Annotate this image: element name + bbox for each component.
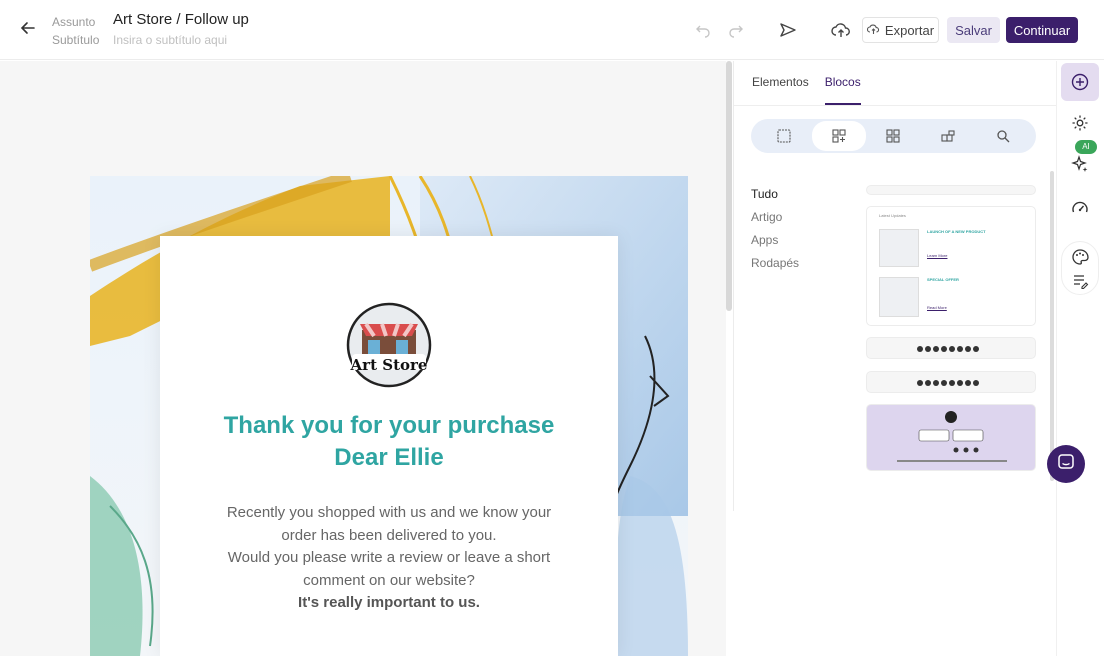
block-layout-bar [751, 119, 1036, 153]
thumb-image-2 [879, 277, 919, 317]
send-icon[interactable] [776, 18, 800, 42]
email-heading: Thank you for your purchase Dear Ellie [160, 410, 618, 474]
thumb-latest-updates: Latest Updates [879, 213, 906, 218]
meta-values: Art Store / Follow up Insira o subtítulo… [113, 10, 249, 49]
cloud-upload-icon[interactable] [829, 18, 853, 42]
body-line-1: Recently you shopped with us and we know… [226, 504, 552, 521]
text-edit-icon[interactable] [1071, 272, 1089, 295]
body-line-3: Would you please write a review or leave… [227, 549, 551, 566]
layout-blocks-icon[interactable] [811, 121, 866, 151]
layout-grid-icon[interactable] [866, 121, 920, 151]
layout-single-icon[interactable] [757, 121, 811, 151]
tabs-divider [734, 105, 1056, 106]
continue-button[interactable]: Continuar [1006, 17, 1078, 43]
thumb-item1-title: LAUNCH OF A NEW PRODUCT [927, 229, 986, 234]
email-card[interactable]: Art Store Thank you for your purchase De… [160, 236, 618, 656]
speedometer-icon[interactable] [1061, 189, 1099, 227]
heading-line-2: Dear Ellie [334, 444, 444, 471]
chat-support-button[interactable] [1047, 445, 1085, 483]
subtitle-input[interactable]: Insira o subtítulo aqui [113, 31, 249, 49]
block-thumb-article[interactable]: Latest Updates LAUNCH OF A NEW PRODUCT L… [866, 206, 1036, 326]
settings-gear-icon[interactable] [1061, 104, 1099, 142]
subject-label: Assunto [52, 15, 96, 29]
tab-blocos[interactable]: Blocos [824, 75, 861, 105]
body-line-2: order has been delivered to you. [281, 526, 497, 544]
panel-tabs: Elementos Blocos [752, 75, 861, 105]
save-button[interactable]: Salvar [947, 17, 1000, 43]
block-thumb-social-2[interactable] [866, 371, 1036, 393]
body-line-4: comment on our website? [303, 571, 475, 589]
add-block-icon[interactable] [1061, 63, 1099, 101]
category-tudo[interactable]: Tudo [751, 183, 799, 206]
category-apps[interactable]: Apps [751, 229, 799, 252]
export-label: Exportar [884, 22, 935, 38]
heading-line-1: Thank you for your purchase [223, 412, 555, 439]
blocks-panel: Elementos Blocos Tudo Artigo Apps Rodapé… [733, 61, 1056, 511]
thumb-item2-link: Read More [927, 305, 947, 310]
tab-elementos[interactable]: Elementos [752, 75, 809, 105]
thumb-image-1 [879, 229, 919, 267]
block-thumb-header[interactable] [866, 185, 1036, 195]
subtitle-label: Subtítulo [52, 33, 100, 47]
body-emphasis: It's really important to us. [298, 594, 480, 611]
layout-columns-icon[interactable] [921, 121, 975, 151]
search-icon[interactable] [976, 121, 1030, 151]
thumb-item2-title: SPECIAL OFFER [927, 277, 959, 282]
block-thumb-footer[interactable] [866, 404, 1036, 471]
export-button[interactable]: Exportar [862, 17, 939, 43]
block-thumb-social-1[interactable] [866, 337, 1036, 359]
email-body: Recently you shopped with us and we know… [200, 502, 578, 615]
ai-badge: AI [1075, 140, 1097, 154]
style-tools-group [1061, 241, 1099, 295]
category-artigo[interactable]: Artigo [751, 206, 799, 229]
redo-icon[interactable] [724, 18, 748, 42]
art-store-logo: Art Store [346, 302, 432, 388]
panel-scrollbar[interactable] [1050, 171, 1054, 481]
thumb-item1-link: Learn More [927, 253, 948, 258]
top-bar: Assunto Subtítulo Art Store / Follow up … [0, 0, 1104, 60]
chat-icon [1057, 453, 1075, 476]
logo-text: Art Store [350, 356, 428, 374]
cloud-export-icon [866, 23, 880, 38]
undo-icon[interactable] [691, 18, 715, 42]
social-icons-row [917, 380, 979, 386]
block-categories: Tudo Artigo Apps Rodapés [751, 183, 799, 275]
palette-icon[interactable] [1071, 248, 1089, 271]
canvas-scrollbar[interactable] [726, 61, 732, 311]
footer-preview [897, 411, 1007, 462]
email-title[interactable]: Art Store / Follow up [113, 10, 249, 30]
social-icons-row [917, 346, 979, 352]
meta-labels: Assunto Subtítulo [52, 13, 99, 49]
category-rodapes[interactable]: Rodapés [751, 252, 799, 275]
back-arrow-icon[interactable] [18, 18, 42, 42]
